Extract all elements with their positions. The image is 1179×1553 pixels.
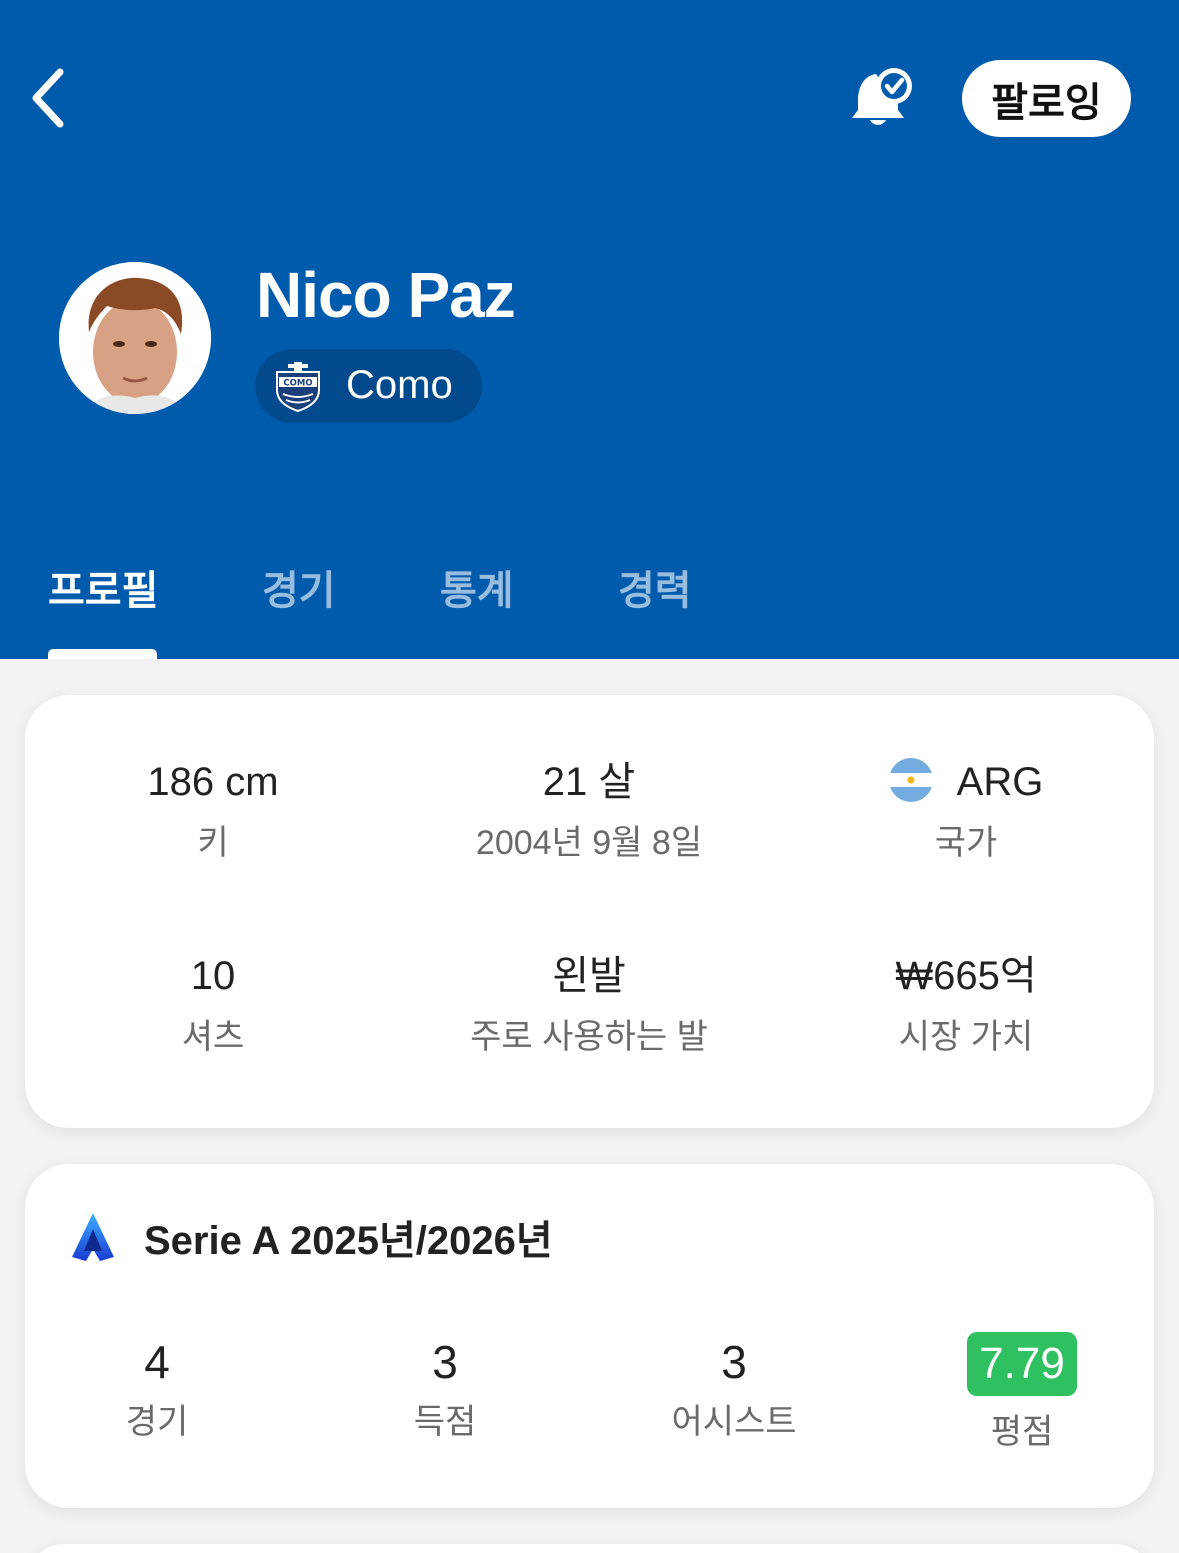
- rating-badge: 7.79: [967, 1332, 1077, 1396]
- foot-label: 주로 사용하는 발: [470, 1018, 708, 1056]
- player-info-card: 186 cm 키 21 살 2004년 9월 8일 ARG 국가 10 셔츠 왼…: [25, 695, 1154, 1128]
- follow-button[interactable]: 팔로잉: [962, 60, 1131, 137]
- country-cell[interactable]: ARG 국가: [778, 757, 1154, 864]
- age-cell: 21 살 2004년 9월 8일: [401, 757, 777, 864]
- bell-check-icon: [852, 68, 912, 125]
- birth-date: 2004년 9월 8일: [475, 824, 703, 862]
- chevron-left-icon: [32, 68, 64, 128]
- country-label: 국가: [934, 824, 998, 862]
- market-value-label: 시장 가치: [898, 1018, 1034, 1056]
- player-name: Nico Paz: [256, 259, 516, 331]
- shirt-value: 10: [190, 954, 236, 998]
- foot-value: 왼발: [552, 954, 626, 998]
- shirt-label: 셔츠: [181, 1018, 245, 1056]
- height-cell: 186 cm 키: [25, 757, 401, 864]
- season-stats-card[interactable]: Serie A 2025년/2026년 4 경기 3 득점 3 어시스트 7.7…: [25, 1164, 1154, 1508]
- como-crest-icon: COMO: [276, 362, 320, 412]
- season-title: Serie A 2025년/2026년: [144, 1219, 553, 1263]
- stat-matches: 4 경기: [37, 1332, 277, 1443]
- stat-label: 경기: [125, 1403, 189, 1441]
- active-tab-indicator: [48, 649, 157, 659]
- age-value: 21 살: [542, 760, 636, 804]
- team-chip[interactable]: COMO Como: [255, 349, 482, 423]
- height-value: 186 cm: [147, 760, 279, 804]
- player-photo: [59, 262, 211, 414]
- team-name: Como: [346, 363, 453, 407]
- tab-stats[interactable]: 통계: [440, 558, 514, 616]
- back-button[interactable]: [18, 62, 78, 134]
- next-card: [25, 1544, 1154, 1553]
- player-header: 팔로잉 Nico Paz COMO Como 프로필 경기 통계 경력: [0, 0, 1179, 659]
- height-label: 키: [197, 824, 229, 862]
- shirt-cell: 10 셔츠: [25, 951, 401, 1058]
- tab-career[interactable]: 경력: [618, 558, 692, 616]
- stat-rating: 7.79 평점: [902, 1332, 1142, 1453]
- market-value-cell: ₩665억 시장 가치: [778, 951, 1154, 1058]
- stat-label: 평점: [990, 1413, 1054, 1451]
- tab-profile[interactable]: 프로필: [48, 558, 158, 616]
- stat-assists: 3 어시스트: [614, 1332, 854, 1443]
- stat-label: 어시스트: [671, 1403, 797, 1441]
- stat-value: 4: [144, 1336, 170, 1388]
- stat-value: 3: [721, 1336, 747, 1388]
- argentina-flag-icon: [888, 758, 933, 803]
- serie-a-logo-icon: [72, 1213, 114, 1261]
- notification-button[interactable]: [846, 64, 918, 132]
- stat-label: 득점: [413, 1403, 477, 1441]
- country-value: ARG: [956, 760, 1044, 804]
- tab-matches[interactable]: 경기: [262, 558, 336, 616]
- market-value: ₩665억: [895, 954, 1037, 998]
- season-header: Serie A 2025년/2026년: [70, 1208, 553, 1266]
- stat-value: 3: [432, 1336, 458, 1388]
- svg-text:COMO: COMO: [283, 379, 312, 389]
- stat-goals: 3 득점: [325, 1332, 565, 1443]
- foot-cell: 왼발 주로 사용하는 발: [401, 951, 777, 1058]
